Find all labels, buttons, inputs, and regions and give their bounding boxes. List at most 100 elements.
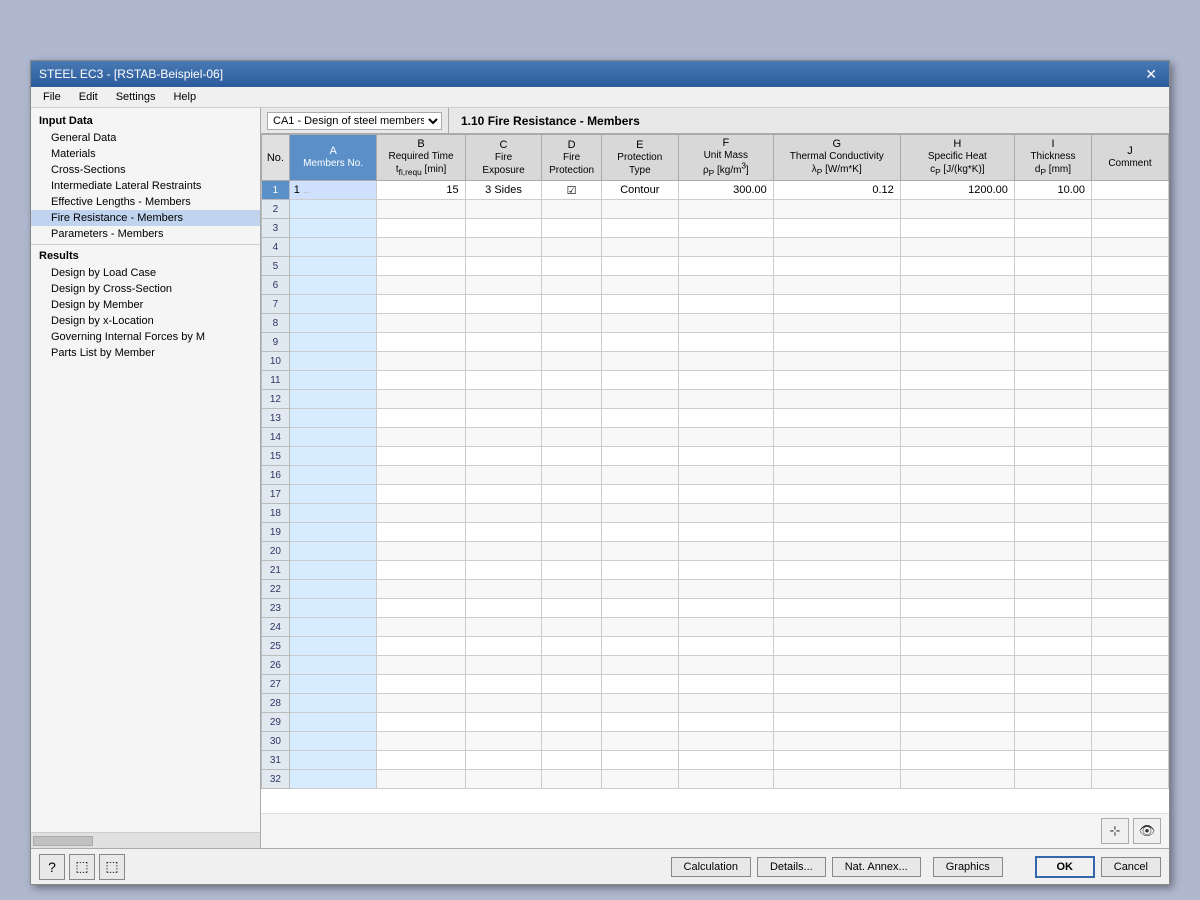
cell-d-12[interactable]: [542, 390, 601, 409]
menu-file[interactable]: File: [35, 89, 69, 105]
cell-g-29[interactable]: [773, 713, 900, 732]
cell-a-7[interactable]: [289, 295, 377, 314]
cell-f-18[interactable]: [678, 504, 773, 523]
cell-f-30[interactable]: [678, 732, 773, 751]
cancel-button[interactable]: Cancel: [1101, 857, 1161, 877]
sidebar-item-effective-lengths[interactable]: Effective Lengths - Members: [31, 194, 260, 210]
cell-h-19[interactable]: [900, 523, 1014, 542]
cell-f-24[interactable]: [678, 618, 773, 637]
cell-j-20[interactable]: [1092, 542, 1169, 561]
cell-i-8[interactable]: [1014, 314, 1091, 333]
cell-c-7[interactable]: [465, 295, 542, 314]
cell-g-12[interactable]: [773, 390, 900, 409]
cell-f-1[interactable]: 300.00: [678, 181, 773, 200]
cell-e-8[interactable]: [601, 314, 678, 333]
cell-g-25[interactable]: [773, 637, 900, 656]
sidebar-item-materials[interactable]: Materials: [31, 146, 260, 162]
cell-i-16[interactable]: [1014, 466, 1091, 485]
cell-j-17[interactable]: [1092, 485, 1169, 504]
cell-e-15[interactable]: [601, 447, 678, 466]
cell-d-32[interactable]: [542, 770, 601, 789]
cell-g-32[interactable]: [773, 770, 900, 789]
cell-j-25[interactable]: [1092, 637, 1169, 656]
cell-g-8[interactable]: [773, 314, 900, 333]
cell-d-17[interactable]: [542, 485, 601, 504]
cell-f-13[interactable]: [678, 409, 773, 428]
cell-b-10[interactable]: [377, 352, 465, 371]
cell-d-10[interactable]: [542, 352, 601, 371]
cell-c-30[interactable]: [465, 732, 542, 751]
cell-i-9[interactable]: [1014, 333, 1091, 352]
cell-j-13[interactable]: [1092, 409, 1169, 428]
cell-c-4[interactable]: [465, 238, 542, 257]
cell-i-21[interactable]: [1014, 561, 1091, 580]
cell-j-11[interactable]: [1092, 371, 1169, 390]
cell-a-20[interactable]: [289, 542, 377, 561]
cell-b-24[interactable]: [377, 618, 465, 637]
cell-h-4[interactable]: [900, 238, 1014, 257]
cell-a-32[interactable]: [289, 770, 377, 789]
cell-g-23[interactable]: [773, 599, 900, 618]
cell-i-26[interactable]: [1014, 656, 1091, 675]
cell-g-15[interactable]: [773, 447, 900, 466]
cell-c-9[interactable]: [465, 333, 542, 352]
nat-annex-button[interactable]: Nat. Annex...: [832, 857, 921, 877]
cell-e-20[interactable]: [601, 542, 678, 561]
cell-e-14[interactable]: [601, 428, 678, 447]
cell-c-24[interactable]: [465, 618, 542, 637]
cell-j-5[interactable]: [1092, 257, 1169, 276]
cell-h-5[interactable]: [900, 257, 1014, 276]
cell-c-10[interactable]: [465, 352, 542, 371]
cell-b-20[interactable]: [377, 542, 465, 561]
cell-i-13[interactable]: [1014, 409, 1091, 428]
cell-a-19[interactable]: [289, 523, 377, 542]
cell-a-5[interactable]: [289, 257, 377, 276]
cell-a-13[interactable]: [289, 409, 377, 428]
cell-f-17[interactable]: [678, 485, 773, 504]
cell-g-2[interactable]: [773, 200, 900, 219]
cell-h-29[interactable]: [900, 713, 1014, 732]
cell-i-17[interactable]: [1014, 485, 1091, 504]
ok-button[interactable]: OK: [1035, 856, 1095, 878]
cell-g-22[interactable]: [773, 580, 900, 599]
cell-g-27[interactable]: [773, 675, 900, 694]
cell-h-11[interactable]: [900, 371, 1014, 390]
cell-j-21[interactable]: [1092, 561, 1169, 580]
cell-i-11[interactable]: [1014, 371, 1091, 390]
cell-b-17[interactable]: [377, 485, 465, 504]
cell-g-16[interactable]: [773, 466, 900, 485]
cell-d-8[interactable]: [542, 314, 601, 333]
cell-c-31[interactable]: [465, 751, 542, 770]
cell-j-32[interactable]: [1092, 770, 1169, 789]
cell-h-15[interactable]: [900, 447, 1014, 466]
cell-f-27[interactable]: [678, 675, 773, 694]
cell-a-18[interactable]: [289, 504, 377, 523]
cell-d-7[interactable]: [542, 295, 601, 314]
cell-f-12[interactable]: [678, 390, 773, 409]
cell-b-1[interactable]: 15: [377, 181, 465, 200]
cell-g-4[interactable]: [773, 238, 900, 257]
cell-d-23[interactable]: [542, 599, 601, 618]
cell-g-30[interactable]: [773, 732, 900, 751]
cell-e-11[interactable]: [601, 371, 678, 390]
ca-dropdown[interactable]: CA1 - Design of steel members: [267, 112, 442, 130]
cell-g-24[interactable]: [773, 618, 900, 637]
cell-c-8[interactable]: [465, 314, 542, 333]
cell-j-24[interactable]: [1092, 618, 1169, 637]
cell-h-2[interactable]: [900, 200, 1014, 219]
cell-i-12[interactable]: [1014, 390, 1091, 409]
cell-j-12[interactable]: [1092, 390, 1169, 409]
help-icon-btn[interactable]: ?: [39, 854, 65, 880]
cell-b-27[interactable]: [377, 675, 465, 694]
cell-a-15[interactable]: [289, 447, 377, 466]
sidebar-item-parameters[interactable]: Parameters - Members: [31, 226, 260, 242]
cell-f-23[interactable]: [678, 599, 773, 618]
cell-d-11[interactable]: [542, 371, 601, 390]
sidebar-item-general-data[interactable]: General Data: [31, 130, 260, 146]
cell-h-14[interactable]: [900, 428, 1014, 447]
cell-h-13[interactable]: [900, 409, 1014, 428]
cell-d-1[interactable]: ☑: [542, 181, 601, 200]
cell-i-19[interactable]: [1014, 523, 1091, 542]
cell-b-31[interactable]: [377, 751, 465, 770]
cell-e-16[interactable]: [601, 466, 678, 485]
